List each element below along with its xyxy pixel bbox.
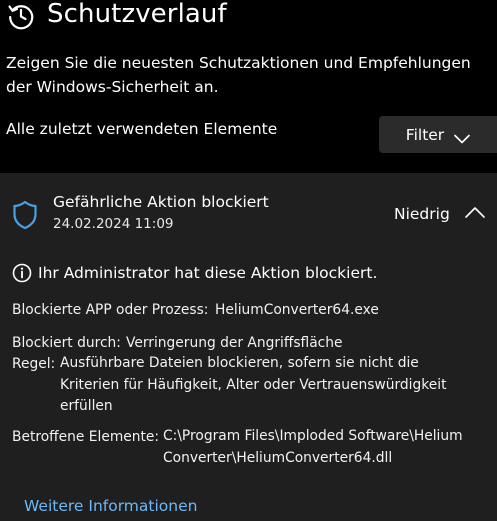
event-title: Gefährliche Aktion blockiert (53, 193, 269, 211)
chevron-up-icon[interactable] (464, 205, 486, 221)
affected-items-value: C:\Program Files\Imploded Software\Heliu… (163, 428, 463, 466)
filter-label: Filter (405, 125, 445, 144)
shield-icon (12, 200, 38, 230)
info-icon (12, 263, 32, 283)
filter-button[interactable]: Filter (379, 116, 497, 153)
more-info-link[interactable]: Weitere Informationen (24, 497, 197, 515)
blocked-by-value: Verringerung der Angriffsfläche (126, 335, 343, 351)
blocked-by-label: Blockiert durch: (12, 335, 121, 351)
admin-message: Ihr Administrator hat diese Aktion block… (38, 264, 378, 282)
header: Schutzverlauf (0, 0, 497, 38)
page-description: Zeigen Sie die neuesten Schutzaktionen u… (6, 54, 471, 96)
history-icon (7, 2, 35, 30)
admin-info-row: Ihr Administrator hat diese Aktion block… (12, 263, 377, 283)
rule-label: Regel: (12, 356, 56, 372)
recent-items-label: Alle zuletzt verwendeten Elemente (6, 120, 278, 138)
chevron-down-icon (454, 130, 470, 143)
blocked-app-value: HeliumConverter64.exe (215, 302, 379, 318)
rule-value: Ausführbare Dateien blockieren, sofern s… (60, 355, 447, 414)
affected-items-label: Betroffene Elemente: (12, 429, 160, 445)
page-title: Schutzverlauf (47, 0, 227, 29)
event-date: 24.02.2024 11:09 (53, 216, 174, 232)
severity-label: Niedrig (394, 205, 450, 223)
blocked-app-label: Blockierte APP oder Prozess: (12, 302, 209, 318)
